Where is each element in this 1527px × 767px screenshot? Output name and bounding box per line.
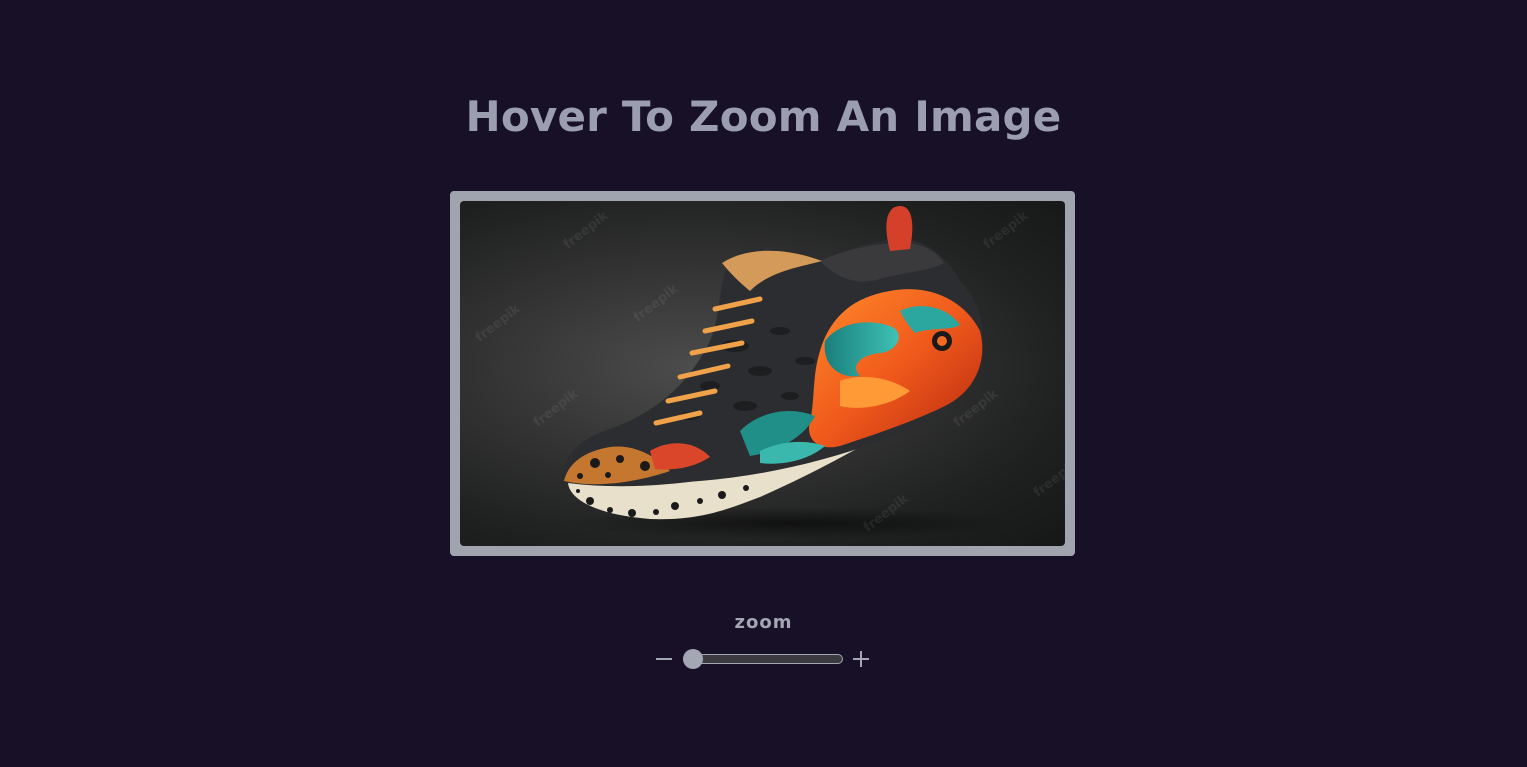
plus-icon: [853, 651, 869, 667]
zoom-label: zoom: [734, 612, 793, 633]
zoom-in-button[interactable]: [849, 646, 873, 672]
image-frame: freepik freepik freepik freepik freepik …: [450, 191, 1075, 556]
sneaker-illustration: [560, 206, 1020, 539]
zoom-slider-thumb[interactable]: [683, 649, 703, 669]
minus-icon: [656, 658, 672, 660]
zoom-out-button[interactable]: [652, 646, 676, 672]
zoom-slider-track[interactable]: [683, 654, 843, 664]
page: Hover To Zoom An Image freepik freepik f…: [0, 0, 1527, 767]
zoom-image[interactable]: freepik freepik freepik freepik freepik …: [460, 201, 1065, 546]
page-title: Hover To Zoom An Image: [465, 92, 1062, 141]
zoom-controls: [652, 646, 874, 672]
